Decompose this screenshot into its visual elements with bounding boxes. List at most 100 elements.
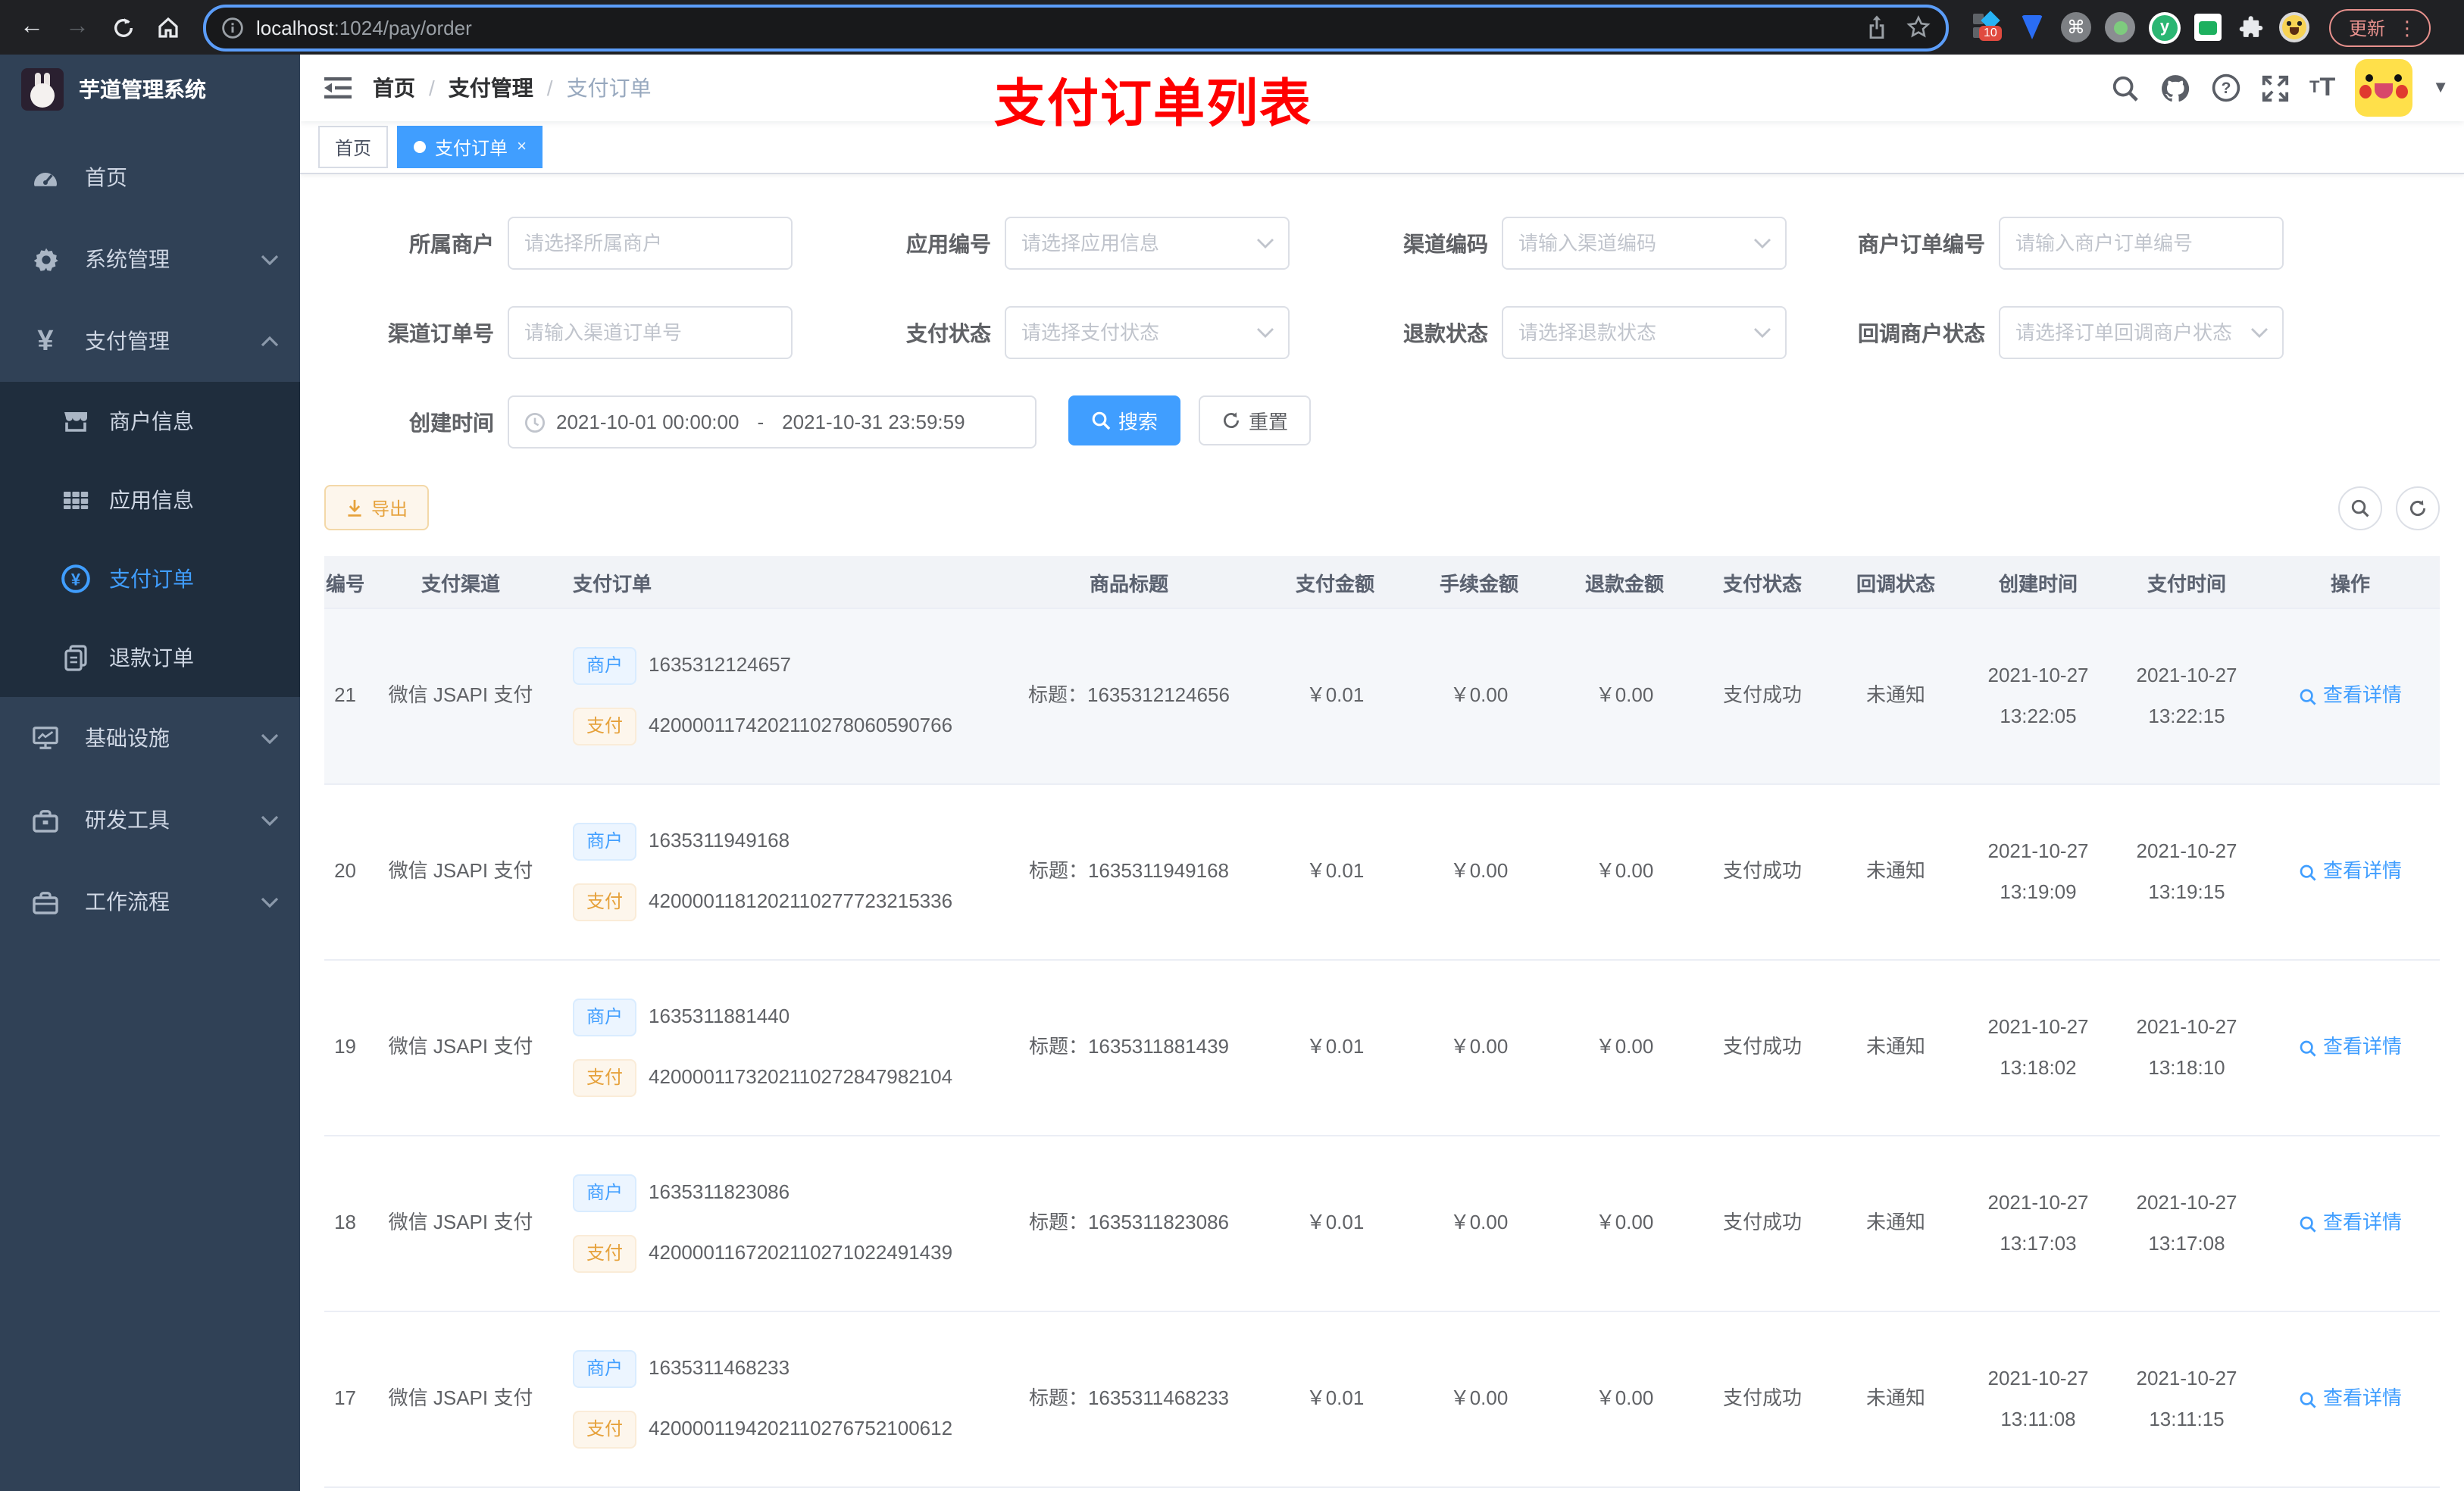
create-time-range-picker[interactable]: 2021-10-01 00:00:00 - 2021-10-31 23:59:5… [508,395,1037,449]
github-icon[interactable] [2159,72,2191,104]
merchant-order-no-filter-input[interactable] [2000,218,2282,268]
sidebar-item-3[interactable]: 基础设施 [0,697,300,779]
puzzle-extension-icon[interactable] [2235,12,2265,42]
tab-0[interactable]: 首页 [318,126,389,168]
reset-button-label: 重置 [1249,411,1289,433]
sidebar-item-0[interactable]: 首页 [0,136,300,218]
refund-status-filter-input[interactable] [1503,308,1785,358]
help-icon[interactable]: ? [2211,73,2241,103]
cell-amount: ￥0.01 [1305,683,1365,707]
app-header: 首页 / 支付管理 / 支付订单 支付订单列表 ? T T ▼ [300,55,2464,133]
bookmark-star-icon[interactable] [1906,15,1931,39]
pay-status-filter-input[interactable] [1006,308,1288,358]
pay-status-filter[interactable] [1005,306,1290,359]
app-filter-input[interactable] [1006,218,1288,268]
browser-forward-button[interactable]: → [58,8,97,47]
sidebar-item-label: 研发工具 [85,808,170,832]
avatar[interactable] [2355,59,2413,117]
toolbox-icon [32,806,59,833]
cell-refund: ￥0.00 [1595,683,1654,707]
cell-id: 17 [334,1386,356,1410]
browser-menu-icon[interactable]: ⋮ [2397,17,2417,37]
chevron-down-icon [261,254,279,264]
pay-order-no: 4200001181202110277723215336 [649,889,953,913]
cell-status: 支付成功 [1722,859,1802,883]
export-button-label: 导出 [371,498,408,519]
url-text: localhost:1024/pay/order [256,16,472,39]
kite-extension-icon[interactable] [2017,12,2047,42]
fullscreen-icon[interactable] [2261,73,2290,102]
url-bar[interactable]: localhost:1024/pay/order [203,4,1949,51]
breadcrumb-item-1[interactable]: 支付管理 [449,73,533,103]
search-button[interactable]: 搜索 [1068,395,1181,445]
merchant-order-no: 1635311468233 [649,1356,790,1380]
sidebar-subitem-1[interactable]: 应用信息 [0,461,300,539]
chevron-down-icon [261,814,279,825]
share-icon[interactable] [1865,15,1888,39]
view-detail-link[interactable]: 查看详情 [2261,1385,2440,1414]
merchant-filter[interactable] [508,217,793,270]
browser-home-button[interactable] [149,8,188,47]
merchant-order-no-filter[interactable] [1999,217,2284,270]
notify-status-filter[interactable] [1999,306,2284,359]
browser-back-button[interactable]: ← [12,8,52,47]
view-detail-link[interactable]: 查看详情 [2261,1033,2440,1062]
view-detail-link[interactable]: 查看详情 [2261,682,2440,711]
channel-code-filter[interactable] [1502,217,1787,270]
pinned-grid-extension-icon[interactable]: 10 [1973,11,2003,42]
search-button-icon [1092,411,1111,430]
page-content: 所属商户应用编号渠道编码商户订单编号 渠道订单号支付状态退款状态回调商户状态 创… [300,174,2464,1491]
app-filter[interactable] [1005,217,1290,270]
cell-fee: ￥0.00 [1449,1386,1509,1410]
emoji-extension-icon[interactable] [2279,12,2309,42]
cell-channel: 微信 JSAPI 支付 [388,1035,533,1058]
cell-fee: ￥0.00 [1449,1035,1509,1058]
search-toggle-icon[interactable] [2338,486,2382,530]
table-row: 18 微信 JSAPI 支付 商户 1635311823086 支付 4200001167… [324,1136,2440,1312]
channel-order-no-filter-input[interactable] [509,308,791,358]
column-header-5: 手续金额 [1439,572,1518,595]
detail-search-icon [2300,688,2316,705]
browser-update-button[interactable]: 更新 ⋮ [2329,8,2431,46]
export-button[interactable]: 导出 [324,485,430,530]
browser-reload-button[interactable] [103,8,142,47]
vue-devtools-icon[interactable]: y [2149,11,2181,43]
tab-close-icon[interactable]: × [517,138,527,156]
search-icon[interactable] [2111,73,2140,102]
merchant-filter-input[interactable] [509,218,791,268]
channel-code-filter-input[interactable] [1503,218,1785,268]
hamburger-icon[interactable] [300,76,373,100]
refund-status-filter[interactable] [1502,306,1787,359]
channel-order-no-filter[interactable] [508,306,793,359]
cell-create-time: 2021-10-27 13:19:09 [1987,839,2089,902]
sidebar-subitem-3[interactable]: 退款订单 [0,618,300,697]
notify-status-filter-input[interactable] [2000,308,2282,358]
site-info-icon[interactable] [221,16,244,39]
merchant-order-no: 1635312124657 [649,653,792,677]
sidebar-item-2[interactable]: ¥ 支付管理 [0,300,300,382]
sidebar-subitem-2[interactable]: ¥ 支付订单 [0,539,300,618]
view-detail-link[interactable]: 查看详情 [2261,1209,2440,1238]
filter-item: 回调商户状态 [1815,306,2312,359]
chat-extension-icon[interactable] [2194,14,2222,41]
briefcase-icon [32,888,59,915]
reset-button[interactable]: 重置 [1199,395,1312,445]
sidebar-logo[interactable]: 芋道管理系统 [0,55,300,124]
pay-status-filter-label: 支付状态 [906,320,991,345]
cell-title: 标题：1635312124656 [1028,683,1230,707]
view-detail-link[interactable]: 查看详情 [2261,858,2440,886]
tab-1[interactable]: 支付订单 × [397,126,543,168]
sidebar-subitem-0[interactable]: 商户信息 [0,382,300,461]
filter-item: 渠道订单号 [324,306,821,359]
recorder-extension-icon[interactable] [2105,12,2135,42]
home-icon [158,17,178,38]
breadcrumb-item-0[interactable]: 首页 [373,73,415,103]
refresh-icon[interactable] [2396,486,2440,530]
sidebar-item-5[interactable]: 工作流程 [0,861,300,942]
sidebar-item-1[interactable]: 系统管理 [0,218,300,300]
caret-down-icon[interactable]: ▼ [2432,79,2449,97]
command-extension-icon[interactable]: ⌘ [2061,12,2091,42]
font-size-icon[interactable]: TT [2309,73,2335,103]
cell-id: 18 [334,1211,356,1234]
sidebar-item-4[interactable]: 研发工具 [0,779,300,861]
